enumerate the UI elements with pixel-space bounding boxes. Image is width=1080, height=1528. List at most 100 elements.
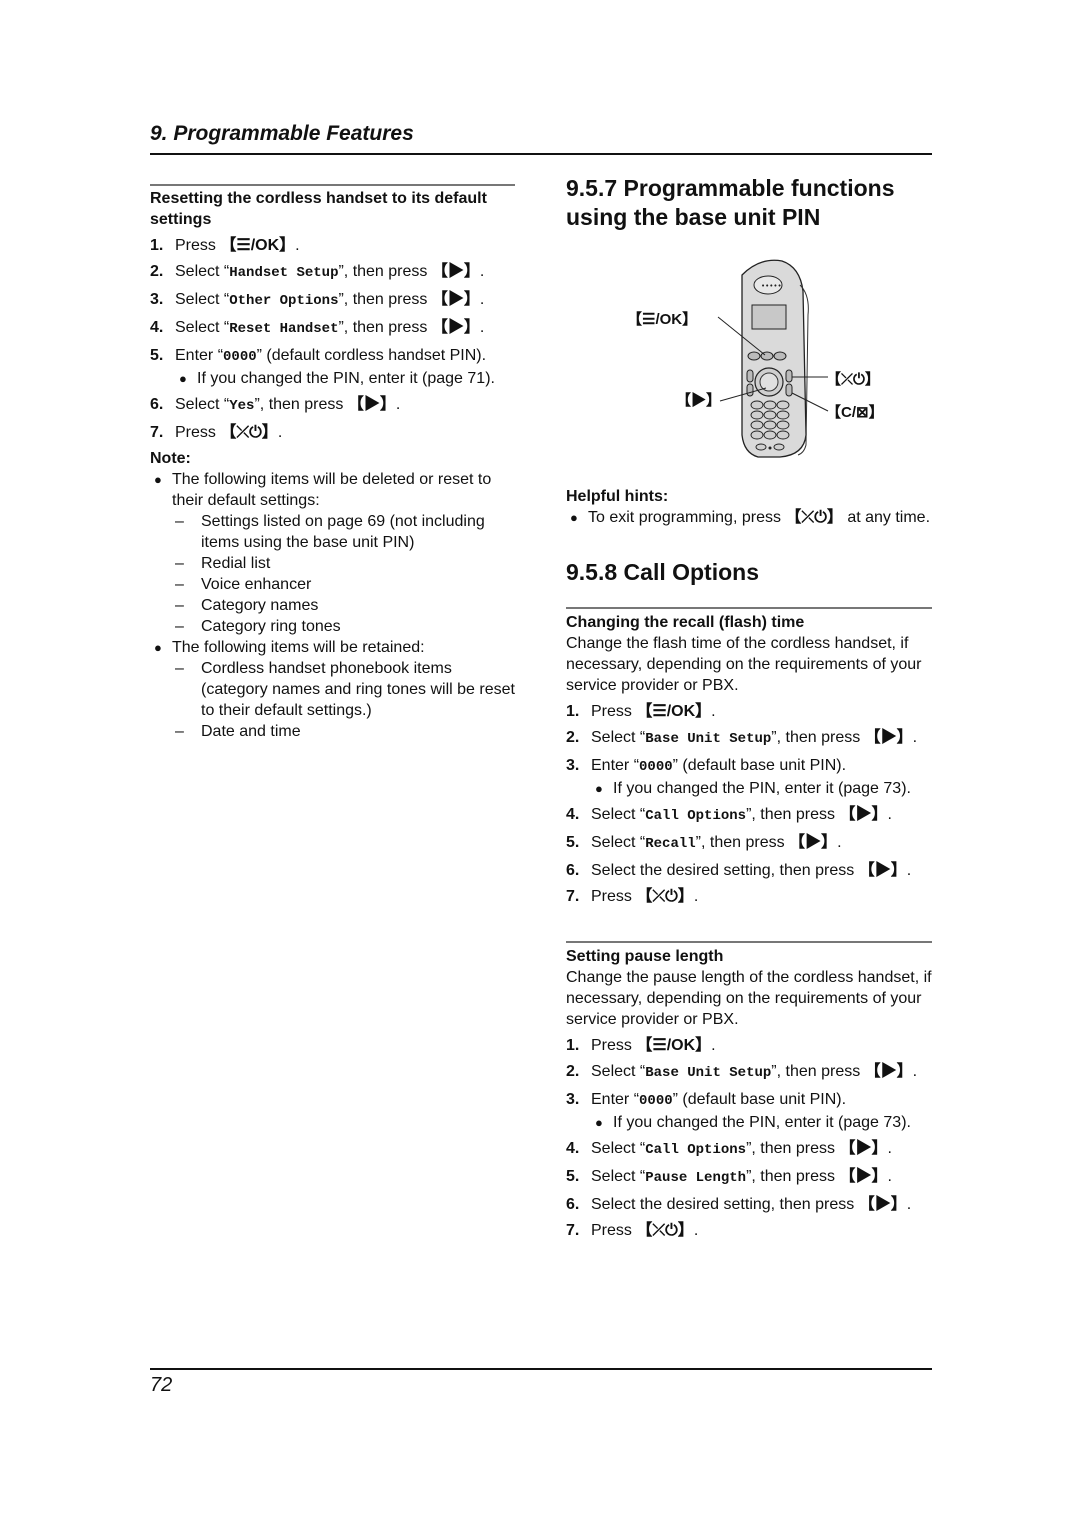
key-ref: 【▶】 bbox=[839, 1140, 888, 1157]
step-item: 2. Select “Base Unit Setup”, then press 【… bbox=[566, 1061, 936, 1084]
step-item: 4. Select “Call Options”, then press 【▶】. bbox=[566, 1138, 936, 1161]
helpful-hints: Helpful hints: ● To exit programming, pr… bbox=[566, 486, 936, 528]
step-text-post: . bbox=[479, 263, 485, 280]
step-text-mid: ” (default cordless handset PIN). bbox=[256, 347, 487, 364]
step-item: 5. Select “Pause Length”, then press 【▶】. bbox=[566, 1166, 936, 1189]
step-item: 5. Enter “0000” (default cordless handset… bbox=[150, 345, 520, 368]
step-item: 2. Select “Handset Setup”, then press 【▶】… bbox=[150, 261, 520, 284]
key-ref: 【▶】 bbox=[864, 729, 913, 746]
step-number: 1. bbox=[566, 703, 580, 720]
key-ref: 【▶】 bbox=[789, 834, 838, 851]
step-number: 3. bbox=[566, 757, 580, 774]
step-number: 3. bbox=[566, 1091, 580, 1108]
step-text-mid: ” (default base unit PIN). bbox=[672, 1091, 847, 1108]
key-ref: 【▶】 bbox=[858, 862, 907, 879]
bullet-text: If you changed the PIN, enter it (page 7… bbox=[613, 780, 911, 797]
menu-item-name: Reset Handset bbox=[229, 321, 339, 337]
dash-item-text: Redial list bbox=[201, 555, 271, 572]
step-text-post: . bbox=[912, 1063, 918, 1080]
step-number: 2. bbox=[150, 263, 164, 280]
step-item: 4. Select “Reset Handset”, then press 【▶】… bbox=[150, 317, 520, 340]
note-dash-item: – Date and time bbox=[175, 721, 520, 742]
step-text-mid: ”, then press bbox=[695, 834, 790, 851]
step-text: Press 【☰/OK】. bbox=[175, 235, 520, 256]
soft-key-right bbox=[773, 351, 787, 361]
step-item: 3. Enter “0000” (default base unit PIN). bbox=[566, 755, 936, 778]
step-text: Press 【⤫⏻】. bbox=[175, 422, 520, 443]
step-number: 2. bbox=[566, 729, 580, 746]
callout-off: 【⤫⏻】 bbox=[826, 371, 880, 388]
step-text: Select “Yes”, then press 【▶】. bbox=[175, 394, 520, 417]
key-ref: 【▶】 bbox=[839, 1168, 888, 1185]
step-number: 1. bbox=[566, 1037, 580, 1054]
menu-item-name: Call Options bbox=[645, 1142, 747, 1158]
step-text-mid: ”, then press bbox=[338, 291, 432, 308]
step-text-post: . bbox=[395, 396, 401, 413]
recall-section: Changing the recall (flash) time Change … bbox=[566, 612, 936, 907]
step-number: 1. bbox=[150, 237, 164, 254]
bullet-icon: ● bbox=[595, 1115, 603, 1130]
step-item: 3. Enter “0000” (default base unit PIN). bbox=[566, 1089, 936, 1112]
step-item: 7. Press 【⤫⏻】. bbox=[150, 422, 520, 443]
dash-item-text: Category ring tones bbox=[201, 618, 341, 635]
step-text-post: . bbox=[277, 424, 283, 441]
step-text-post: . bbox=[837, 834, 842, 851]
step-text: Select the desired setting, then press 【… bbox=[591, 860, 936, 881]
section-957: 9.5.7 Programmable functions using the b… bbox=[566, 174, 936, 232]
step-text-post: . bbox=[693, 888, 699, 905]
dash-item-text: Cordless handset phonebook items (catego… bbox=[201, 660, 515, 719]
step-text: Enter “0000” (default base unit PIN). bbox=[591, 1089, 936, 1112]
step-text: Press 【⤫⏻】. bbox=[591, 886, 936, 907]
clear-key bbox=[785, 383, 793, 397]
chapter-title: 9. Programmable Features bbox=[150, 122, 414, 145]
step-text-post: . bbox=[906, 1196, 912, 1213]
dash-icon: – bbox=[175, 597, 184, 614]
step-item: 6. Select “Yes”, then press 【▶】. bbox=[150, 394, 520, 417]
step-item: 1. Press 【☰/OK】. bbox=[566, 1035, 936, 1056]
key-ref: 【▶】 bbox=[431, 319, 480, 336]
dash-icon: – bbox=[175, 660, 184, 677]
step-text-pre: Select “ bbox=[591, 834, 646, 851]
step-text-pre: Press bbox=[175, 237, 221, 254]
step-number: 5. bbox=[566, 1168, 580, 1185]
step-text: Select “Recall”, then press 【▶】. bbox=[591, 832, 936, 855]
step-text-pre: Select “ bbox=[591, 1140, 646, 1157]
step-number: 7. bbox=[150, 424, 164, 441]
dash-item-text: Voice enhancer bbox=[201, 576, 312, 593]
menu-item-name: Handset Setup bbox=[229, 265, 339, 281]
callout-navigator-right: 【▶】 bbox=[676, 392, 722, 409]
page-number: 72 bbox=[150, 1374, 173, 1396]
step-text: Press 【☰/OK】. bbox=[591, 701, 936, 722]
hint-item: ● To exit programming, press 【⤫⏻】 at any… bbox=[566, 507, 936, 528]
step-text-post: . bbox=[479, 319, 485, 336]
step-item: 6. Select the desired setting, then press… bbox=[566, 860, 936, 881]
step-sub-bullet: ● If you changed the PIN, enter it (page … bbox=[591, 778, 936, 799]
step-text-pre: Press bbox=[175, 424, 221, 441]
step-item: 7. Press 【⤫⏻】. bbox=[566, 1220, 936, 1241]
menu-item-name: 0000 bbox=[639, 1093, 673, 1109]
menu-item-name: 0000 bbox=[639, 759, 673, 775]
step-text: Select “Base Unit Setup”, then press 【▶】… bbox=[591, 1061, 936, 1084]
step-text-post: . bbox=[887, 1168, 892, 1185]
step-text: Select “Call Options”, then press 【▶】. bbox=[591, 804, 936, 827]
dash-icon: – bbox=[175, 513, 184, 530]
bullet-text: If you changed the PIN, enter it (page 7… bbox=[197, 370, 495, 387]
step-text-post: . bbox=[711, 1037, 716, 1054]
step-text-pre: Select the desired setting, then press bbox=[591, 1196, 859, 1213]
reset-section: Resetting the cordless handset to its de… bbox=[150, 188, 520, 742]
step-text: Select “Base Unit Setup”, then press 【▶】… bbox=[591, 727, 936, 750]
step-number: 7. bbox=[566, 1222, 580, 1239]
step-text-mid: ”, then press bbox=[746, 806, 840, 823]
reset-section-title: Resetting the cordless handset to its de… bbox=[150, 190, 487, 228]
note-dash-item: – Voice enhancer bbox=[175, 574, 520, 595]
step-text-pre: Enter “ bbox=[175, 347, 224, 364]
pause-section: Setting pause length Change the pause le… bbox=[566, 946, 936, 1241]
reset-steps: 1. Press 【☰/OK】. 2. Select “Handset Setup”,… bbox=[150, 235, 520, 443]
step-text-mid: ” (default base unit PIN). bbox=[672, 757, 847, 774]
step-text-post: . bbox=[479, 291, 485, 308]
step-text-pre: Select the desired setting, then press bbox=[591, 862, 859, 879]
step-number: 7. bbox=[566, 888, 580, 905]
step-text-mid: ”, then press bbox=[338, 319, 432, 336]
step-number: 5. bbox=[566, 834, 580, 851]
key-ref: 【▶】 bbox=[864, 1063, 913, 1080]
